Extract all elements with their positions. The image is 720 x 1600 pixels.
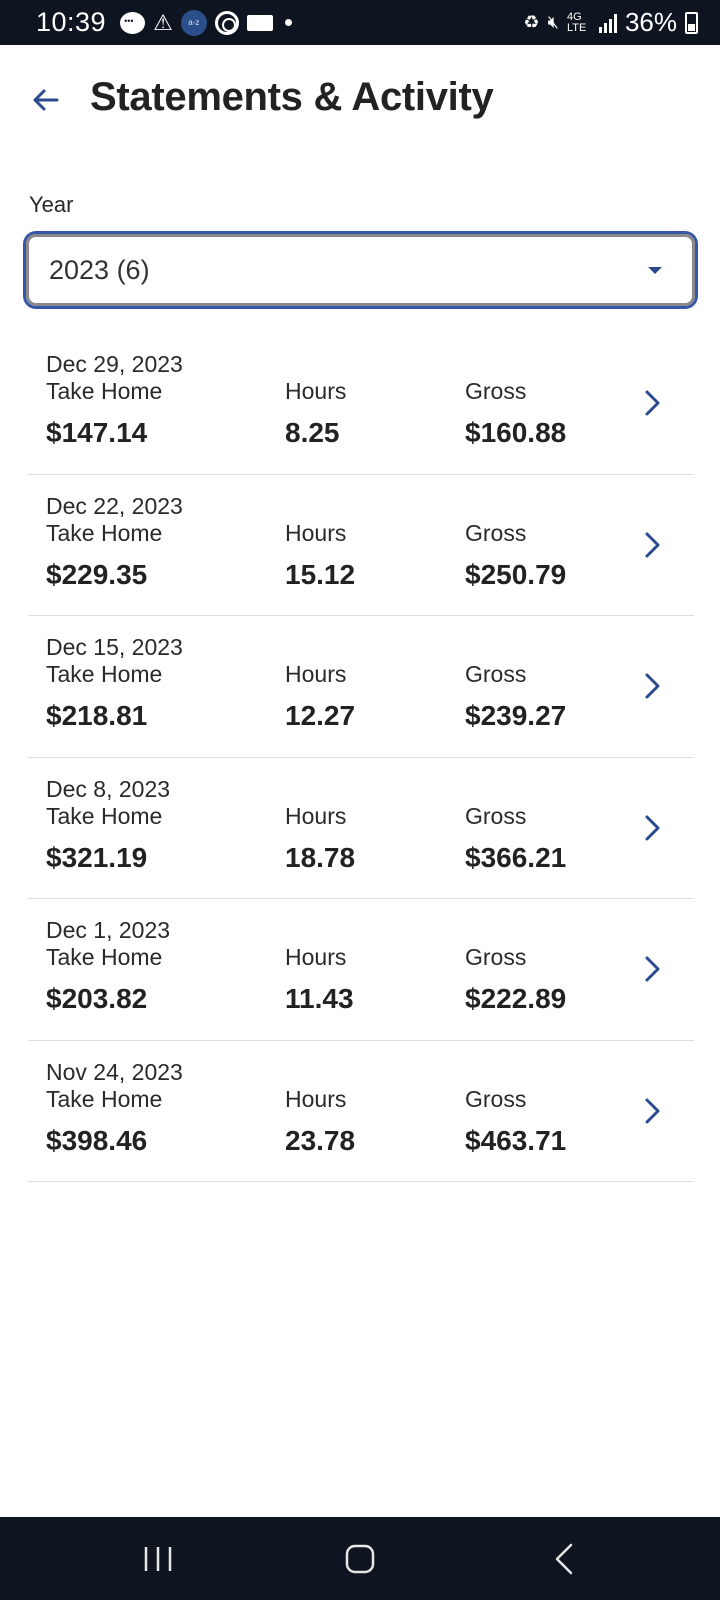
take-home-label: Take Home: [46, 802, 163, 829]
recents-icon[interactable]: [138, 1539, 178, 1579]
status-bar: 10:39 ⚠ a-z ♻ 🔇︎ 4G LTE 36%: [0, 0, 720, 45]
statement-row[interactable]: Dec 15, 2023 Take Home Hours Gross $218.…: [28, 616, 694, 758]
amazon-a-to-z-icon: a-z: [180, 9, 207, 36]
hours-value: 11.43: [285, 983, 354, 1014]
signal-icon: [598, 13, 617, 33]
chevron-right-icon: [645, 1098, 660, 1123]
hours-value: 15.12: [285, 558, 356, 590]
network-indicator: 4G LTE: [566, 10, 587, 34]
mute-icon: 🔇︎: [547, 12, 559, 32]
hours-value: 8.25: [285, 417, 340, 448]
battery-percent: 36%: [624, 7, 677, 37]
hours-label: Hours: [285, 1085, 347, 1112]
status-right: ♻ 🔇︎ 4G LTE 36%: [523, 7, 698, 38]
take-home-value: $218.81: [46, 700, 148, 731]
year-dropdown[interactable]: 2023 (6): [26, 234, 695, 306]
status-left: 10:39 ⚠ a-z: [36, 7, 292, 38]
statement-list: Dec 29, 2023 Take Home Hours Gross $147.…: [28, 333, 694, 1182]
gross-label: Gross: [465, 661, 527, 687]
statement-row[interactable]: Dec 1, 2023 Take Home Hours Gross $203.8…: [28, 899, 694, 1041]
statement-row[interactable]: Dec 8, 2023 Take Home Hours Gross $321.1…: [28, 758, 694, 899]
rectangle-icon: [246, 14, 273, 31]
statement-date: Nov 24, 2023: [46, 1058, 183, 1085]
chevron-right-icon: [645, 532, 660, 557]
home-icon[interactable]: [340, 1539, 380, 1579]
app-header: Statements & Activity: [0, 45, 720, 155]
take-home-value: $398.46: [46, 1124, 148, 1156]
hours-value: 23.78: [285, 1124, 356, 1156]
gross-label: Gross: [465, 802, 527, 829]
gross-value: $366.21: [465, 841, 567, 873]
year-selected-value: 2023 (6): [49, 254, 150, 285]
gross-value: $160.88: [465, 417, 567, 448]
arrow-left-icon[interactable]: [30, 85, 60, 115]
page-title: Statements & Activity: [90, 75, 494, 119]
statement-date: Dec 8, 2023: [46, 775, 171, 802]
caret-down-icon: [648, 267, 662, 274]
year-label: Year: [29, 192, 74, 217]
statement-date: Dec 1, 2023: [46, 917, 171, 943]
dot-icon: [284, 19, 292, 26]
take-home-value: $203.82: [46, 983, 148, 1014]
recycle-battery-icon: ♻: [523, 12, 540, 32]
take-home-value: $229.35: [46, 558, 148, 590]
hours-value: 12.27: [285, 700, 356, 731]
take-home-label: Take Home: [46, 519, 163, 546]
battery-icon: [685, 11, 698, 34]
hours-label: Hours: [285, 944, 347, 970]
take-home-label: Take Home: [46, 944, 163, 970]
hours-value: 18.78: [285, 841, 356, 873]
statement-row[interactable]: Dec 29, 2023 Take Home Hours Gross $147.…: [28, 333, 694, 475]
chevron-right-icon: [645, 956, 660, 982]
take-home-value: $321.19: [46, 841, 148, 873]
take-home-label: Take Home: [46, 378, 163, 404]
take-home-label: Take Home: [46, 661, 163, 687]
gross-value: $250.79: [465, 558, 567, 590]
statement-row[interactable]: Dec 22, 2023 Take Home Hours Gross $229.…: [28, 475, 694, 616]
chat-icon: [120, 11, 146, 34]
statement-date: Dec 29, 2023: [46, 351, 183, 377]
hours-label: Hours: [285, 661, 347, 687]
take-home-label: Take Home: [46, 1085, 163, 1112]
chevron-right-icon: [645, 815, 660, 840]
take-home-value: $147.14: [46, 417, 148, 448]
hours-label: Hours: [285, 802, 347, 829]
chevron-right-icon: [645, 673, 660, 699]
gross-label: Gross: [465, 944, 527, 970]
hours-label: Hours: [285, 378, 347, 404]
statement-row[interactable]: Nov 24, 2023 Take Home Hours Gross $398.…: [28, 1041, 694, 1182]
gross-label: Gross: [465, 519, 527, 546]
statement-date: Dec 22, 2023: [46, 492, 183, 519]
chevron-right-icon: [645, 390, 660, 416]
warning-icon: ⚠: [153, 9, 173, 35]
gross-value: $463.71: [465, 1124, 567, 1156]
hours-label: Hours: [285, 519, 347, 546]
status-time: 10:39: [36, 7, 107, 37]
gross-value: $239.27: [465, 700, 567, 731]
statement-date: Dec 15, 2023: [46, 634, 183, 660]
gross-label: Gross: [465, 1085, 527, 1112]
gross-value: $222.89: [465, 983, 567, 1014]
chrome-icon: [214, 10, 239, 35]
system-nav-bar: [0, 1517, 720, 1600]
gross-label: Gross: [465, 378, 527, 404]
back-icon[interactable]: [545, 1539, 585, 1579]
